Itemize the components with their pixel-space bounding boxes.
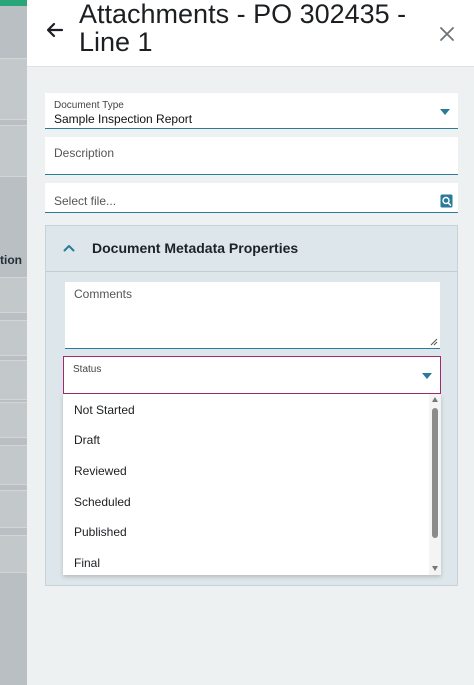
background-row xyxy=(0,58,27,120)
comments-placeholder: Comments xyxy=(74,287,133,301)
resize-grip-icon[interactable] xyxy=(430,338,438,346)
scroll-down-arrow-icon[interactable] xyxy=(432,566,438,571)
status-dropdown-list: Not Started Draft Reviewed Scheduled Pub… xyxy=(63,394,441,575)
document-metadata-section: Document Metadata Properties Comments St… xyxy=(45,225,458,586)
background-app: tion xyxy=(0,0,27,685)
status-option-scheduled[interactable]: Scheduled xyxy=(74,495,131,509)
background-row xyxy=(0,445,27,485)
page-title: Attachments - PO 302435 - Line 1 xyxy=(79,0,407,57)
status-label: Status xyxy=(73,364,102,375)
background-row xyxy=(0,277,27,313)
status-option-published[interactable]: Published xyxy=(74,525,127,539)
description-placeholder: Description xyxy=(54,146,115,160)
document-type-label: Document Type xyxy=(54,100,124,111)
scroll-up-arrow-icon[interactable] xyxy=(432,397,438,402)
file-search-icon[interactable] xyxy=(440,194,453,213)
status-option-final[interactable]: Final xyxy=(74,556,100,570)
background-row xyxy=(0,360,27,400)
background-row xyxy=(0,490,27,528)
comments-field[interactable]: Comments xyxy=(65,282,440,349)
background-row xyxy=(0,125,27,177)
close-icon xyxy=(440,27,454,41)
status-badge xyxy=(0,0,27,6)
metadata-section-title: Document Metadata Properties xyxy=(92,240,299,256)
chevron-down-icon xyxy=(440,109,450,115)
panel-header: Attachments - PO 302435 - Line 1 xyxy=(27,0,474,67)
back-button[interactable] xyxy=(42,17,68,43)
chevron-up-icon xyxy=(63,245,75,252)
chevron-down-icon xyxy=(422,373,432,379)
status-option-reviewed[interactable]: Reviewed xyxy=(74,464,127,478)
background-row xyxy=(0,402,27,438)
file-select-field[interactable]: Select file... xyxy=(45,183,458,213)
status-option-not-started[interactable]: Not Started xyxy=(74,403,135,417)
metadata-section-header[interactable]: Document Metadata Properties xyxy=(46,226,457,272)
background-row xyxy=(0,320,27,356)
status-option-draft[interactable]: Draft xyxy=(74,433,100,447)
background-label: tion xyxy=(0,253,22,267)
background-row xyxy=(0,535,27,573)
status-select[interactable]: Status xyxy=(63,356,441,394)
dropdown-scrollbar[interactable] xyxy=(429,394,441,575)
description-field[interactable]: Description xyxy=(45,137,458,175)
file-placeholder: Select file... xyxy=(54,194,117,208)
attachments-panel: Attachments - PO 302435 - Line 1 Documen… xyxy=(27,0,474,685)
scroll-thumb[interactable] xyxy=(432,408,438,538)
document-type-select[interactable]: Document Type Sample Inspection Report xyxy=(45,93,458,129)
document-type-value: Sample Inspection Report xyxy=(54,112,193,126)
close-button[interactable] xyxy=(437,24,457,44)
arrow-left-icon xyxy=(46,22,64,38)
